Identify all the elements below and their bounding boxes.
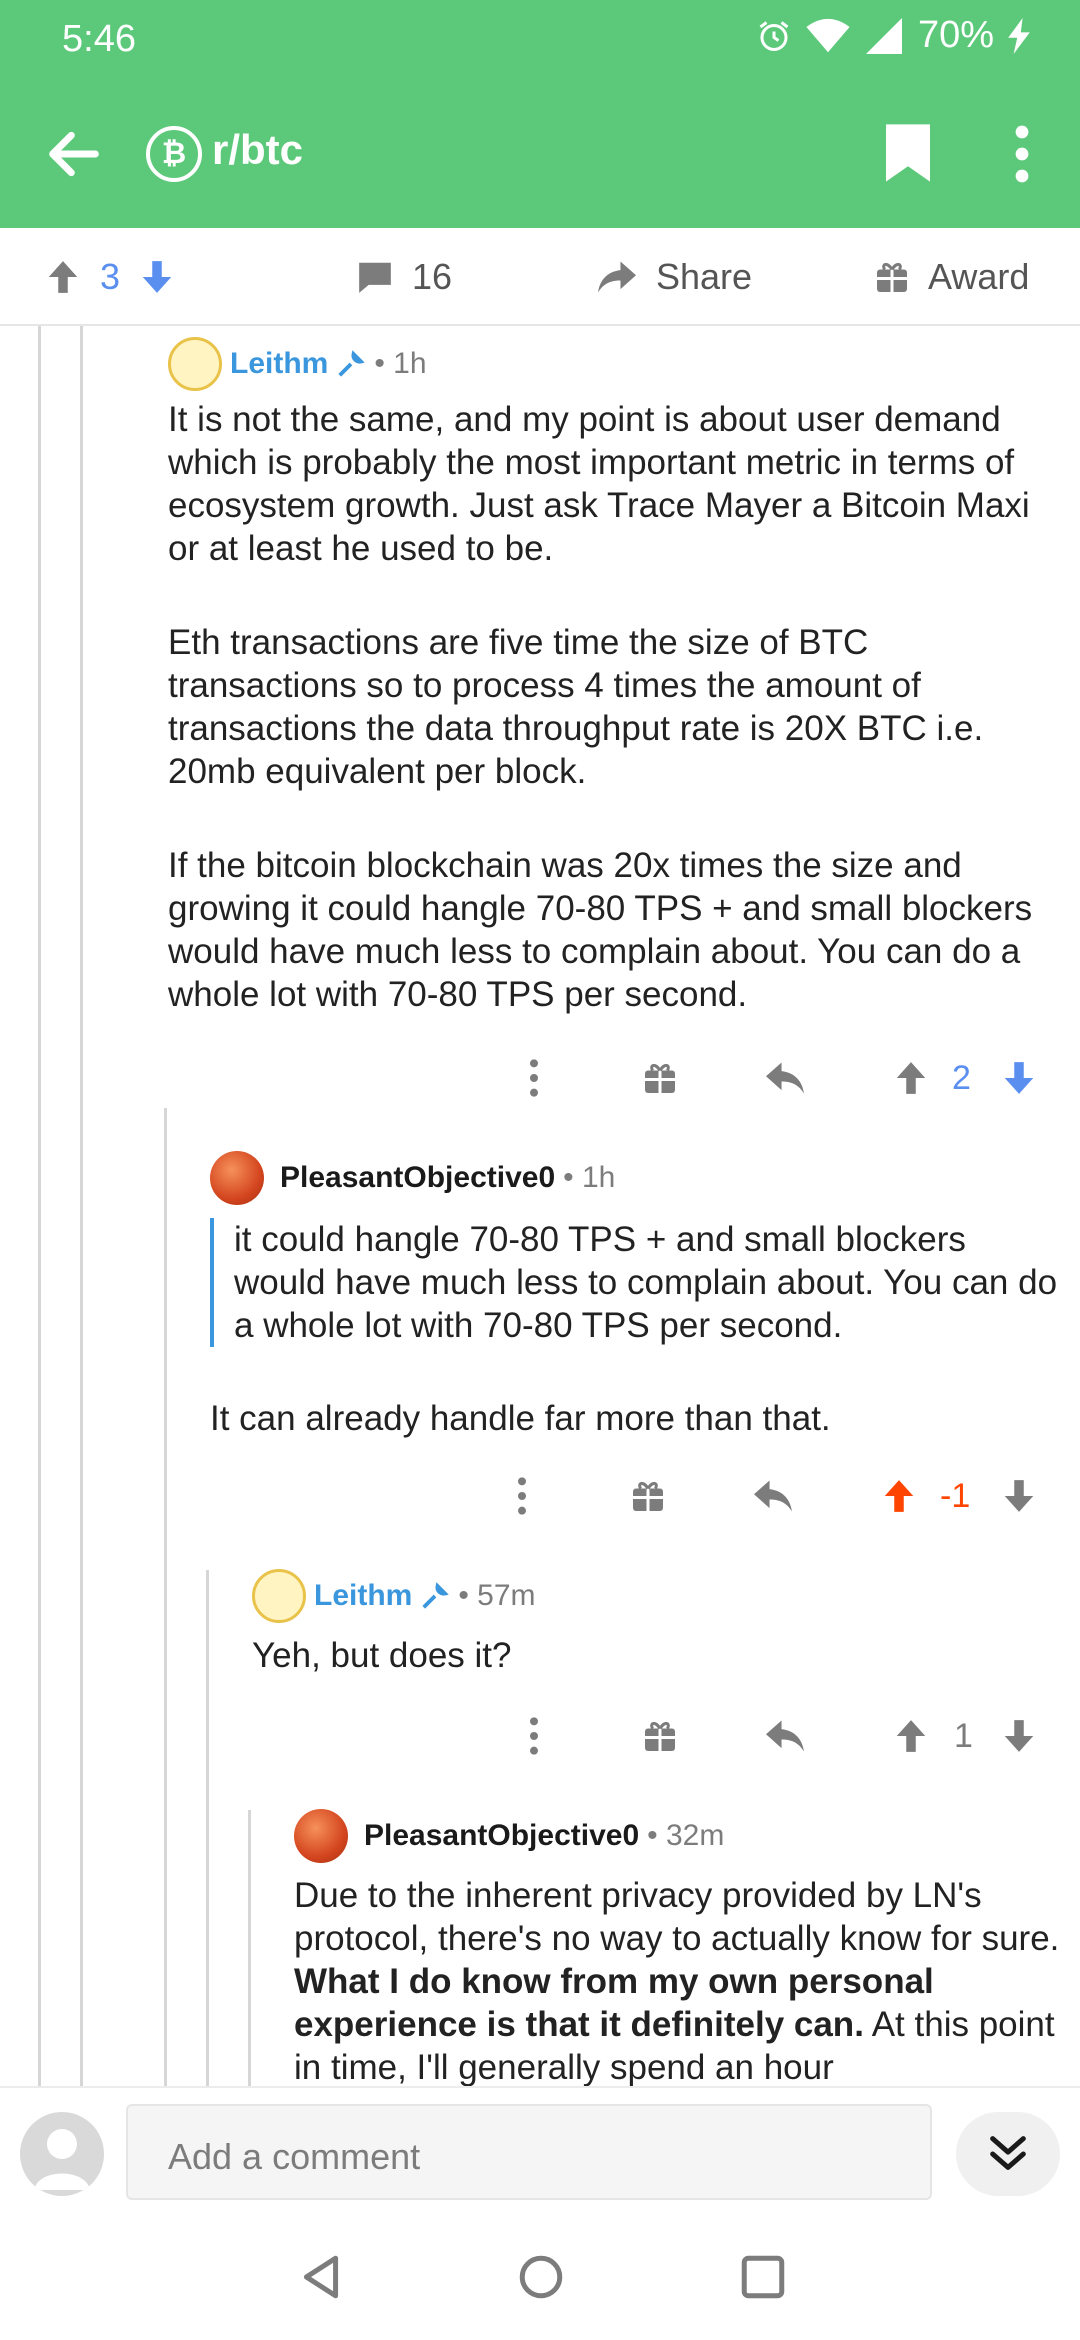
comment-time: • 1h [563,1161,616,1194]
post-action-bar: 3 16 Share Award [0,228,1080,326]
subreddit-icon[interactable]: ₿ [146,126,202,182]
nav-home-icon[interactable] [516,2252,566,2302]
comment: PleasantObjective0 • 32m Due to the inhe… [294,1808,1060,2086]
comment-paragraph: It is not the same, and my point is abou… [168,400,1030,568]
comment-body: It is not the same, and my point is abou… [168,398,1058,1016]
alarm-icon [759,20,789,51]
comment-bar: Add a comment [0,2086,1080,2216]
avatar[interactable] [210,1151,264,1205]
comment-time: • 57m [458,1579,536,1612]
comment-paragraph: Eth transactions are five time the size … [168,623,984,791]
comment-author[interactable]: PleasantObjective0 [364,1819,639,1853]
back-arrow-icon[interactable] [42,122,106,186]
battery-percent: 70% [917,14,994,56]
more-options-icon[interactable] [524,1048,544,1108]
upvote-icon[interactable] [892,1048,930,1108]
user-avatar[interactable] [20,2112,104,2196]
comment-actions: 1 [0,1706,1080,1766]
downvote-icon[interactable] [1000,1706,1038,1766]
comments-count-button[interactable]: 16 [356,228,452,326]
avatar[interactable] [168,337,222,391]
comment-paragraph: It can already handle far more than that… [210,1399,831,1438]
system-icons: 70% [756,14,1030,57]
comment-score: 1 [954,1716,973,1755]
post-score: 3 [100,256,121,297]
comment-header: PleasantObjective0 • 32m [294,1808,1060,1864]
comment-input[interactable]: Add a comment [126,2104,932,2200]
upvote-icon[interactable] [44,258,82,296]
downvote-icon[interactable] [1000,1466,1038,1526]
comment-text-bold: What I do know from my own personal expe… [294,1962,934,2044]
comment-paragraph: Yeh, but does it? [252,1636,512,1675]
share-icon [598,261,636,293]
wrench-icon [422,1582,450,1609]
status-time: 5:46 [62,18,136,60]
comment-header: PleasantObjective0 • 1h [210,1150,1060,1206]
system-nav-bar [0,2216,1080,2340]
comment-score: 2 [952,1058,971,1097]
comment-author[interactable]: Leithm [230,347,328,381]
gift-icon[interactable] [642,1048,678,1108]
comment-body: Due to the inherent privacy provided by … [294,1874,1060,2086]
thread-line[interactable] [248,1810,251,2086]
gift-icon[interactable] [642,1706,678,1766]
gift-icon [877,262,907,292]
comment-actions: -1 [0,1466,1080,1526]
comment-body: it could hangle 70-80 TPS + and small bl… [210,1218,1060,1440]
more-options-icon[interactable] [1002,124,1042,184]
nav-recents-icon[interactable] [738,2252,788,2302]
collapse-button[interactable] [956,2112,1060,2196]
subreddit-title[interactable]: r/btc [212,126,303,174]
quoted-text: it could hangle 70-80 TPS + and small bl… [210,1218,1060,1347]
comments-count: 16 [412,256,453,297]
comment-icon [359,262,391,293]
thread-line[interactable] [38,326,41,2086]
award-label: Award [928,256,1030,297]
signal-icon [865,17,902,54]
bookmark-icon[interactable] [886,124,930,182]
wrench-icon [338,350,366,377]
thread-line[interactable] [80,326,83,2086]
comment-text: Due to the inherent privacy provided by … [294,1876,1060,1958]
upvote-icon[interactable] [880,1466,918,1526]
comment-body: Yeh, but does it? [252,1634,1060,1677]
downvote-icon[interactable] [1000,1048,1038,1108]
avatar[interactable] [252,1569,306,1623]
charging-icon [1008,17,1030,54]
comment: PleasantObjective0 • 1h it could hangle … [210,1150,1060,1440]
comment-header: Leithm • 1h [168,336,1058,392]
nav-back-icon[interactable] [296,2252,346,2302]
downvote-icon[interactable] [138,258,176,296]
wifi-icon [806,18,850,52]
comment-paragraph: If the bitcoin blockchain was 20x times … [168,846,1033,1014]
thread-line[interactable] [206,1570,209,2086]
comment-time: • 1h [374,347,427,380]
more-options-icon[interactable] [524,1706,544,1766]
award-button[interactable]: Award [874,228,1029,326]
app-bar: ₿ r/btc [0,80,1080,228]
comment-score: -1 [940,1476,971,1515]
thread-line[interactable] [164,1108,167,2086]
post-vote: 3 [44,228,176,326]
reply-icon[interactable] [764,1706,806,1766]
gift-icon[interactable] [630,1466,666,1526]
comment-header: Leithm • 57m [252,1568,1060,1624]
comment: Leithm • 1h It is not the same, and my p… [168,336,1058,1016]
comment: Leithm • 57m Yeh, but does it? [252,1568,1060,1677]
avatar[interactable] [294,1809,348,1863]
upvote-icon[interactable] [892,1706,930,1766]
reply-icon[interactable] [752,1466,794,1526]
reply-icon[interactable] [764,1048,806,1108]
more-options-icon[interactable] [512,1466,532,1526]
comment-author[interactable]: Leithm [314,1579,412,1613]
status-bar: 5:46 70% [0,0,1080,80]
share-label: Share [656,256,753,297]
comment-author[interactable]: PleasantObjective0 [280,1161,555,1195]
share-button[interactable]: Share [596,228,752,326]
double-chevron-down-icon [990,2136,1026,2170]
comment-actions: 2 [0,1048,1080,1108]
comment-time: • 32m [647,1819,725,1852]
